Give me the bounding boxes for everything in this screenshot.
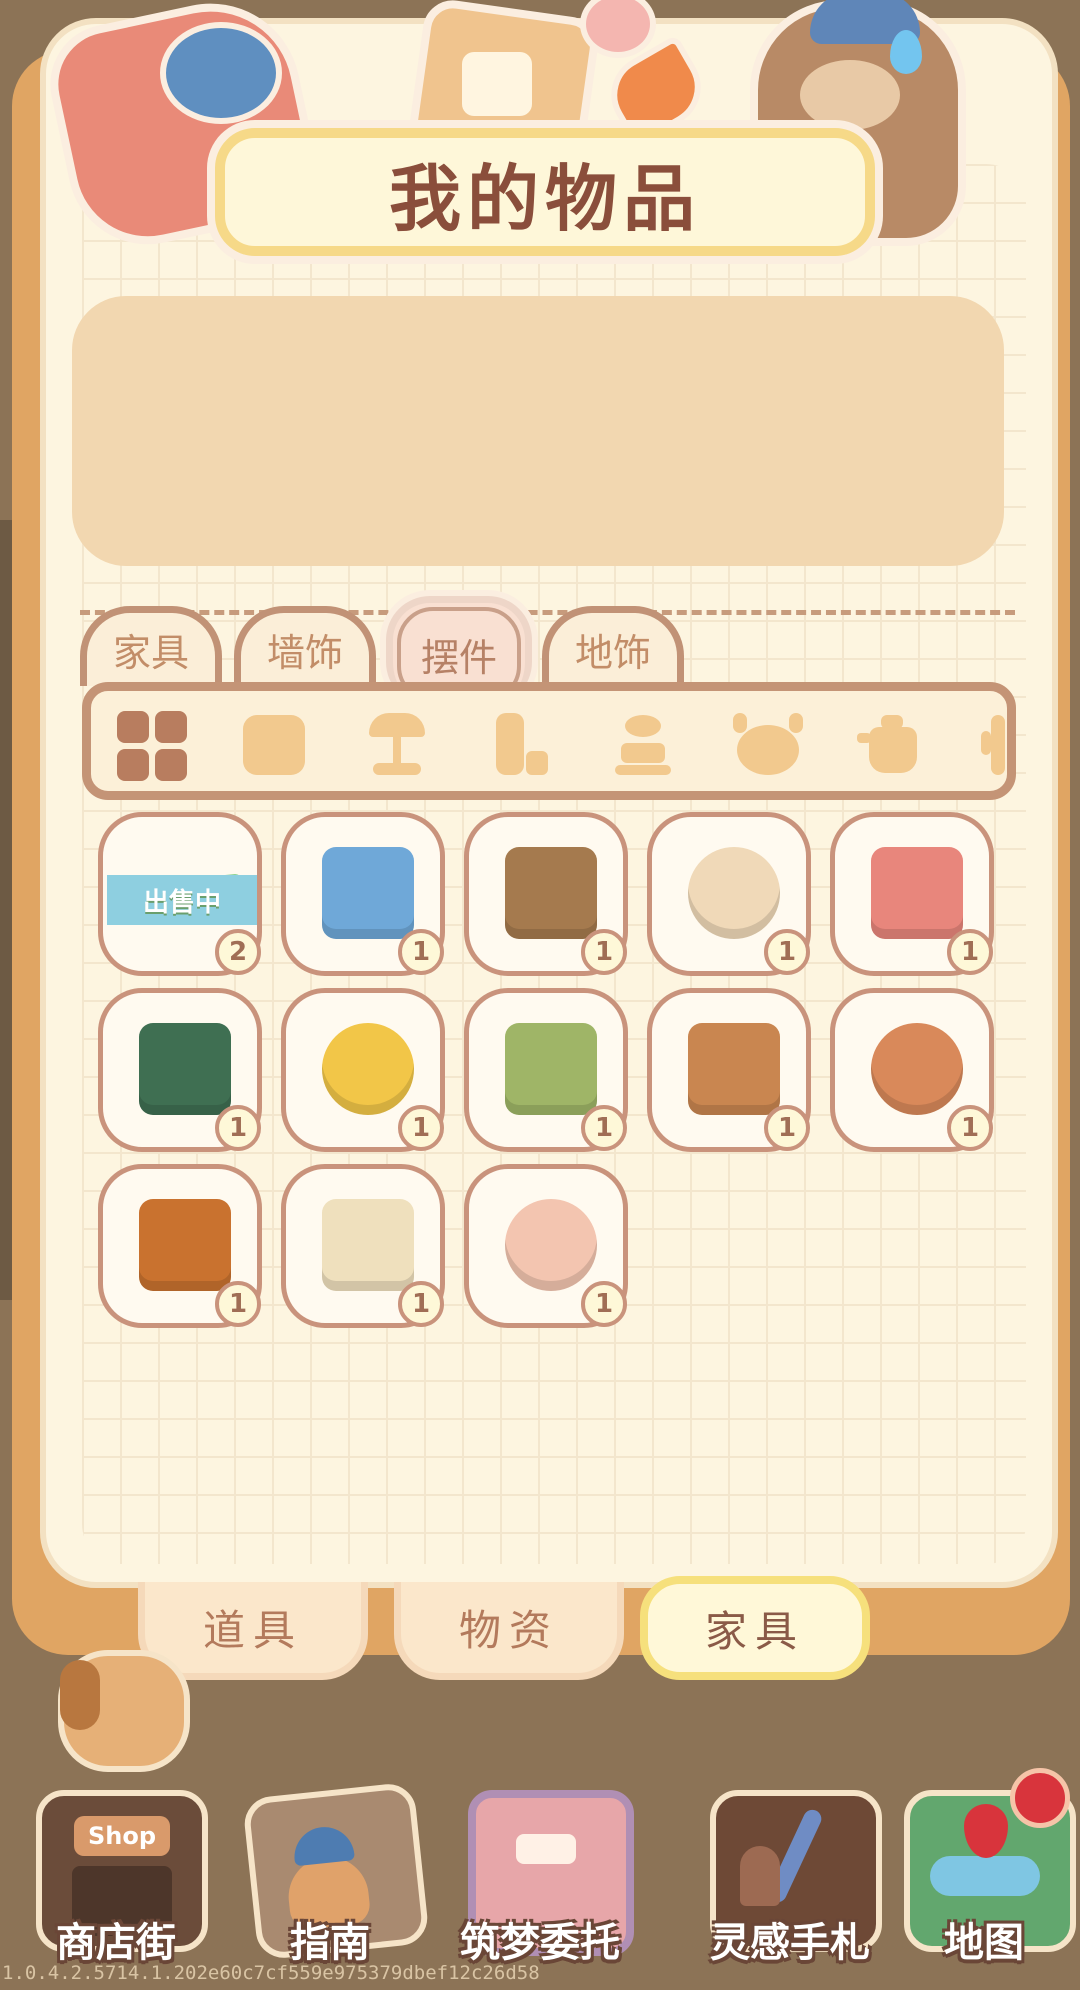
nav-dream-commission[interactable]: 筑梦委托 (460, 1790, 634, 1966)
item-slot-tea-set[interactable]: 1 (281, 1164, 445, 1328)
tea-set-icon (322, 1199, 414, 1291)
nav-label: 指南 (290, 1920, 370, 1966)
item-count-badge: 1 (215, 1281, 261, 1327)
bear-face (800, 60, 900, 130)
item-slot-picture-frame[interactable]: 1 (464, 812, 628, 976)
item-count-badge: 1 (398, 1105, 444, 1151)
item-count-badge: 1 (398, 1281, 444, 1327)
toy-shelf-icon (688, 847, 780, 939)
nav-guide[interactable]: 指南 (242, 1781, 430, 1966)
item-slot-toy-shelf[interactable]: 1 (647, 812, 811, 976)
item-count-badge: 1 (398, 929, 444, 975)
item-slot-bonsai[interactable]: 1 (98, 988, 262, 1152)
item-count-badge: 1 (581, 929, 627, 975)
juice-jug-icon (139, 1199, 231, 1291)
item-slot-oven[interactable]: 1 (464, 988, 628, 1152)
tulip-vase-icon (871, 847, 963, 939)
toast-center (462, 52, 532, 116)
item-count-badge: 1 (215, 1105, 261, 1151)
bottom-tab-label: 家具 (704, 1606, 805, 1656)
nav-inspiration-journal[interactable]: 灵感手札 (710, 1790, 882, 1966)
tab-label: 墙饰 (266, 631, 343, 675)
item-slot-tea-tray[interactable]: 1 (647, 988, 811, 1152)
nav-label: 灵感手札 (710, 1920, 870, 1966)
tab-label: 摆件 (420, 636, 497, 680)
bottom-tab-furniture[interactable]: 家具 (640, 1576, 870, 1680)
notification-dot (1010, 1768, 1070, 1828)
picture-frame-icon (505, 847, 597, 939)
item-preview-area (72, 296, 1004, 566)
item-slot-toy-basket[interactable]: 1 (464, 1164, 628, 1328)
on-sale-tag: 出售中 (107, 875, 257, 925)
tab-floor-decor[interactable]: 地饰 (542, 606, 684, 686)
rug-icon[interactable] (239, 711, 307, 779)
bottom-tab-label: 物资 (458, 1606, 559, 1655)
lamp-icon[interactable] (363, 711, 431, 779)
nav-label: 地图 (944, 1920, 1024, 1966)
rubiks-cube-icon (322, 1023, 414, 1115)
item-count-badge: 1 (947, 1105, 993, 1151)
nav-label: 商店街 (56, 1920, 176, 1966)
item-count-badge: 1 (581, 1105, 627, 1151)
item-slot-sale-item[interactable]: 出售中 2 (98, 812, 262, 976)
bottle-icon[interactable] (486, 711, 554, 779)
item-slot-snack-tray[interactable]: 1 (830, 988, 994, 1152)
kettle-icon[interactable] (857, 711, 925, 779)
item-count-badge: 1 (947, 929, 993, 975)
shop-sign: Shop (74, 1816, 170, 1856)
item-slot-fishbowl[interactable]: 1 (281, 812, 445, 976)
subcategory-filter-bar (82, 682, 1016, 800)
item-count-badge: 1 (581, 1281, 627, 1327)
item-slot-juice-jug[interactable]: 1 (98, 1164, 262, 1328)
version-string: 1.0.4.2.5714.1.202e60c7cf559e975379dbef1… (2, 1962, 540, 1984)
item-slot-rubiks-cube[interactable]: 1 (281, 988, 445, 1152)
plant-icon[interactable] (609, 711, 677, 779)
oven-icon (505, 1023, 597, 1115)
cactus-icon[interactable] (981, 711, 1011, 779)
nav-shop-street[interactable]: Shop 商店街 (36, 1790, 208, 1966)
toy-basket-icon (505, 1199, 597, 1291)
cow-icon[interactable] (733, 711, 803, 779)
bottom-tab-materials[interactable]: 物资 (394, 1582, 624, 1680)
bottom-tab-label: 道具 (202, 1606, 303, 1655)
puppy-ear (60, 1660, 100, 1730)
page-title: 我的物品 (388, 156, 701, 241)
item-slot-tulip-vase[interactable]: 1 (830, 812, 994, 976)
nav-label: 筑梦委托 (460, 1920, 620, 1966)
sweat-drop-icon (890, 30, 922, 74)
tab-furniture[interactable]: 家具 (80, 606, 222, 686)
all-grid-icon[interactable] (117, 711, 189, 783)
fish-decoration (160, 22, 282, 124)
title-plate: 我的物品 (215, 128, 875, 256)
tea-tray-icon (688, 1023, 780, 1115)
bonsai-icon (139, 1023, 231, 1115)
item-count-badge: 2 (215, 929, 261, 975)
dashed-divider (80, 610, 1015, 615)
fishbowl-icon (322, 847, 414, 939)
tab-wall-decor[interactable]: 墙饰 (234, 606, 376, 686)
item-count-badge: 1 (764, 1105, 810, 1151)
snack-tray-icon (871, 1023, 963, 1115)
tab-label: 家具 (112, 631, 189, 675)
item-count-badge: 1 (764, 929, 810, 975)
tab-label: 地饰 (574, 631, 651, 675)
